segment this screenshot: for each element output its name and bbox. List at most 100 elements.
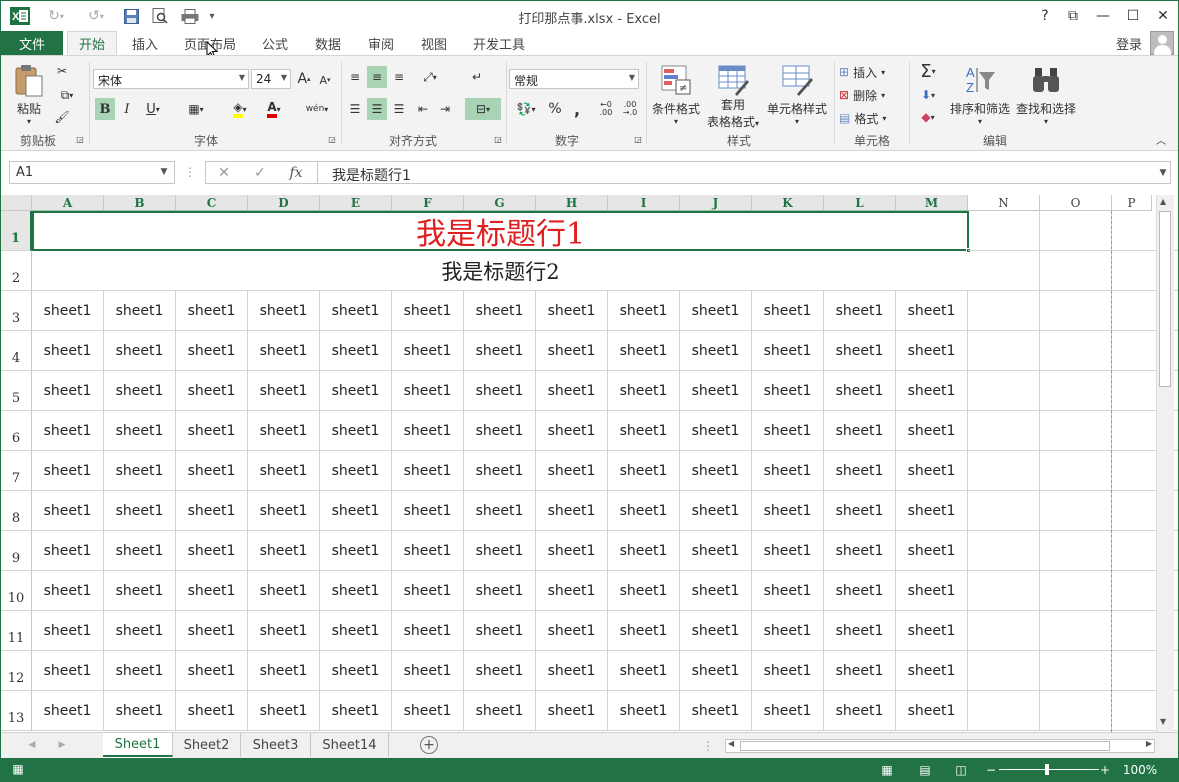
sheet-tab-sheet1[interactable]: Sheet1: [103, 733, 173, 757]
align-top-icon[interactable]: ≡: [345, 66, 365, 88]
cell-styles-button[interactable]: 单元格样式 ▾: [765, 64, 829, 126]
cell[interactable]: sheet1: [464, 691, 536, 731]
column-header-c[interactable]: C: [176, 195, 248, 211]
cell[interactable]: sheet1: [896, 691, 968, 731]
cell[interactable]: sheet1: [752, 491, 824, 531]
cell[interactable]: sheet1: [320, 411, 392, 451]
cell[interactable]: sheet1: [392, 411, 464, 451]
column-header-k[interactable]: K: [752, 195, 824, 211]
decrease-indent-icon[interactable]: ⇤: [413, 98, 433, 120]
cell[interactable]: sheet1: [248, 291, 320, 331]
cell[interactable]: [968, 491, 1040, 531]
sort-filter-button[interactable]: AZ 排序和筛选 ▾: [949, 64, 1011, 126]
delete-cells-button[interactable]: ⊠ 删除 ▾: [839, 85, 903, 105]
cell[interactable]: sheet1: [32, 531, 104, 571]
cell[interactable]: sheet1: [464, 651, 536, 691]
cell[interactable]: sheet1: [104, 291, 176, 331]
cell[interactable]: sheet1: [608, 691, 680, 731]
borders-icon[interactable]: ▦ ▾: [181, 98, 211, 120]
cell[interactable]: sheet1: [320, 291, 392, 331]
cell[interactable]: sheet1: [824, 451, 896, 491]
cell[interactable]: sheet1: [536, 571, 608, 611]
cell[interactable]: sheet1: [608, 651, 680, 691]
cell[interactable]: sheet1: [320, 611, 392, 651]
paste-button[interactable]: 粘贴 ▾: [11, 64, 47, 126]
cell[interactable]: sheet1: [392, 531, 464, 571]
tab-developer[interactable]: 开发工具: [467, 31, 531, 55]
column-header-b[interactable]: B: [104, 195, 176, 211]
cell[interactable]: sheet1: [464, 291, 536, 331]
insert-function-icon[interactable]: fx: [278, 165, 314, 181]
row-header-5[interactable]: 5: [1, 371, 32, 411]
cell[interactable]: sheet1: [248, 331, 320, 371]
minimize-button[interactable]: —: [1089, 5, 1117, 27]
name-box-dropdown-icon[interactable]: ▼: [157, 165, 171, 179]
cell[interactable]: sheet1: [176, 691, 248, 731]
cell[interactable]: sheet1: [536, 451, 608, 491]
cell[interactable]: sheet1: [104, 491, 176, 531]
cell[interactable]: sheet1: [608, 531, 680, 571]
zoom-level[interactable]: 100%: [1119, 761, 1161, 779]
avatar[interactable]: [1150, 31, 1174, 55]
formula-input[interactable]: 我是标题行1: [317, 161, 1171, 184]
align-right-icon[interactable]: ☰: [389, 98, 409, 120]
copy-icon[interactable]: ⧉ ▾: [53, 86, 81, 104]
cell[interactable]: [1040, 571, 1112, 611]
cell[interactable]: sheet1: [320, 651, 392, 691]
scroll-down-icon[interactable]: ▼: [1160, 717, 1166, 726]
tab-split-icon[interactable]: ⋮: [702, 738, 714, 754]
name-box[interactable]: A1: [9, 161, 175, 184]
cell[interactable]: sheet1: [464, 331, 536, 371]
font-color-icon[interactable]: A ▾: [259, 98, 289, 120]
cell[interactable]: sheet1: [824, 291, 896, 331]
cell[interactable]: sheet1: [752, 651, 824, 691]
cell[interactable]: sheet1: [32, 651, 104, 691]
insert-cells-button[interactable]: ⊞ 插入 ▾: [839, 62, 903, 82]
cell[interactable]: sheet1: [824, 331, 896, 371]
cell[interactable]: sheet1: [536, 651, 608, 691]
clear-icon[interactable]: ◆ ▾: [913, 106, 943, 128]
page-layout-view-icon[interactable]: ▤: [915, 761, 935, 779]
cell[interactable]: sheet1: [392, 451, 464, 491]
cell[interactable]: sheet1: [464, 451, 536, 491]
cell[interactable]: sheet1: [464, 531, 536, 571]
cut-icon[interactable]: ✂: [53, 62, 71, 80]
cell[interactable]: sheet1: [176, 611, 248, 651]
conditional-formatting-button[interactable]: ≠ 条件格式 ▾: [649, 64, 703, 126]
close-button[interactable]: ✕: [1149, 5, 1177, 27]
cell[interactable]: sheet1: [824, 571, 896, 611]
cell[interactable]: sheet1: [104, 571, 176, 611]
cell[interactable]: sheet1: [392, 491, 464, 531]
autosum-button[interactable]: Σ ▾: [913, 60, 943, 82]
scroll-left-icon[interactable]: ◀: [25, 737, 39, 753]
row-header-10[interactable]: 10: [1, 571, 32, 611]
cell[interactable]: sheet1: [320, 491, 392, 531]
cell[interactable]: sheet1: [320, 571, 392, 611]
font-launcher-icon[interactable]: ◲: [327, 134, 337, 144]
cell[interactable]: sheet1: [392, 571, 464, 611]
increase-indent-icon[interactable]: ⇥: [435, 98, 455, 120]
cell[interactable]: sheet1: [896, 331, 968, 371]
cell[interactable]: sheet1: [680, 371, 752, 411]
tab-home[interactable]: 开始: [67, 31, 117, 55]
cell[interactable]: sheet1: [608, 371, 680, 411]
cell[interactable]: sheet1: [464, 491, 536, 531]
cell[interactable]: sheet1: [752, 691, 824, 731]
cell[interactable]: sheet1: [680, 491, 752, 531]
fill-icon[interactable]: ⬇ ▾: [913, 84, 943, 106]
alignment-launcher-icon[interactable]: ◲: [493, 134, 503, 144]
cell[interactable]: sheet1: [680, 531, 752, 571]
cell[interactable]: sheet1: [680, 651, 752, 691]
cell[interactable]: sheet1: [248, 571, 320, 611]
accounting-format-icon[interactable]: 💱 ▾: [511, 98, 541, 120]
decrease-decimal-icon[interactable]: .00 →.0: [619, 98, 641, 120]
cell[interactable]: sheet1: [176, 651, 248, 691]
expand-formula-bar-icon[interactable]: ▼: [1157, 167, 1169, 179]
cell[interactable]: sheet1: [896, 651, 968, 691]
cell[interactable]: sheet1: [32, 571, 104, 611]
tab-view[interactable]: 视图: [412, 31, 456, 55]
column-header-j[interactable]: J: [680, 195, 752, 211]
cell[interactable]: sheet1: [32, 451, 104, 491]
sheet-tab-sheet14[interactable]: Sheet14: [311, 733, 389, 757]
zoom-slider[interactable]: [999, 764, 1099, 775]
